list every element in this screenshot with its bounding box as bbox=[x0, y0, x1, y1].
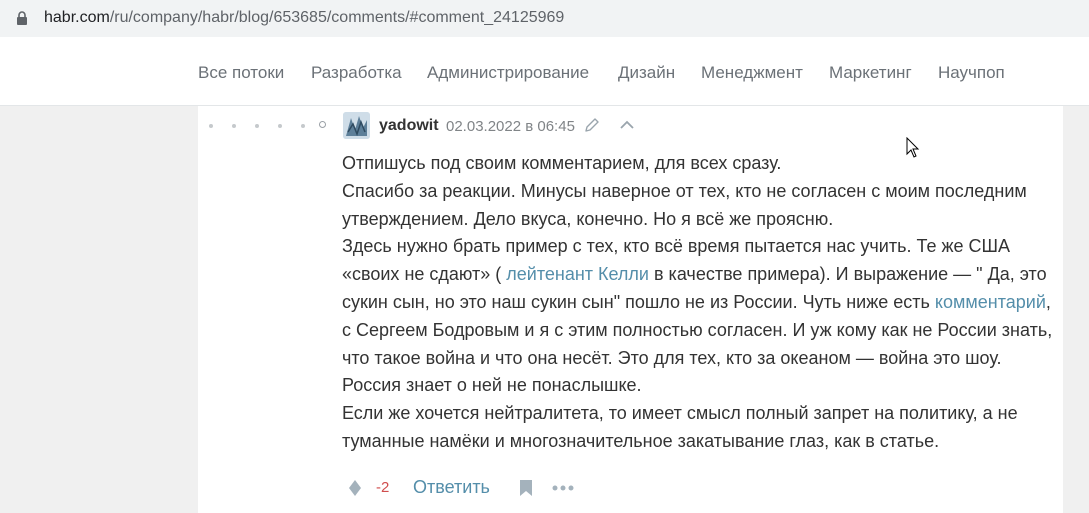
comment-paragraph: Отпишусь под своим комментарием, для все… bbox=[342, 153, 782, 173]
url-path: /ru/company/habr/blog/653685/comments/#c… bbox=[109, 9, 565, 26]
avatar-image bbox=[343, 112, 370, 139]
avatar[interactable] bbox=[343, 112, 370, 139]
reply-button[interactable]: Ответить bbox=[413, 477, 490, 498]
more-dots-icon[interactable] bbox=[552, 485, 574, 491]
diamond-vote-icon[interactable] bbox=[348, 479, 362, 497]
comment-paragraph: Если же хочется нейтралитета, то имеет с… bbox=[342, 403, 1018, 451]
nav-item-popular-science[interactable]: Научпоп bbox=[938, 63, 1005, 83]
depth-dot bbox=[301, 124, 305, 128]
url-host: habr.com bbox=[44, 9, 110, 26]
comment-paragraph: Здесь нужно брать пример с тех, кто всё … bbox=[342, 233, 1062, 400]
url-text[interactable]: habr.com/ru/company/habr/blog/653685/com… bbox=[44, 9, 564, 27]
bookmark-icon[interactable] bbox=[519, 479, 533, 497]
url-field[interactable]: habr.com/ru/company/habr/blog/653685/com… bbox=[0, 0, 1089, 37]
nav-item-administration[interactable]: Администрирование bbox=[427, 63, 589, 83]
comment-score: -2 bbox=[376, 479, 390, 496]
link-lieutenant-kelly[interactable]: лейтенант Келли bbox=[506, 264, 649, 284]
link-comment[interactable]: комментарий bbox=[935, 292, 1046, 312]
depth-current-ring bbox=[319, 121, 326, 128]
nav-item-design[interactable]: Дизайн bbox=[618, 63, 675, 83]
lock-icon bbox=[17, 11, 27, 25]
nav-item-all-flows[interactable]: Все потоки bbox=[198, 63, 284, 83]
pencil-icon[interactable] bbox=[584, 117, 600, 133]
depth-dot bbox=[209, 124, 213, 128]
depth-dot bbox=[255, 124, 259, 128]
depth-dot bbox=[278, 124, 282, 128]
browser-address-bar: habr.com/ru/company/habr/blog/653685/com… bbox=[0, 0, 1089, 38]
mouse-pointer-icon bbox=[906, 137, 920, 158]
chevron-up-icon[interactable] bbox=[619, 118, 635, 132]
comment-paragraph: Спасибо за реакции. Минусы наверное от т… bbox=[342, 180, 1027, 229]
depth-dot bbox=[232, 124, 236, 128]
comment-timestamp[interactable]: 02.03.2022 в 06:45 bbox=[446, 118, 575, 135]
hub-navigation: Все потоки Разработка Администрирование … bbox=[0, 38, 1089, 106]
nav-item-development[interactable]: Разработка bbox=[311, 63, 402, 83]
comment-text: Отпишусь под своим комментарием, для все… bbox=[342, 150, 1062, 456]
comment-author[interactable]: yadowit bbox=[379, 117, 439, 135]
nav-item-management[interactable]: Менеджмент bbox=[701, 63, 803, 83]
nav-item-marketing[interactable]: Маркетинг bbox=[829, 63, 912, 83]
